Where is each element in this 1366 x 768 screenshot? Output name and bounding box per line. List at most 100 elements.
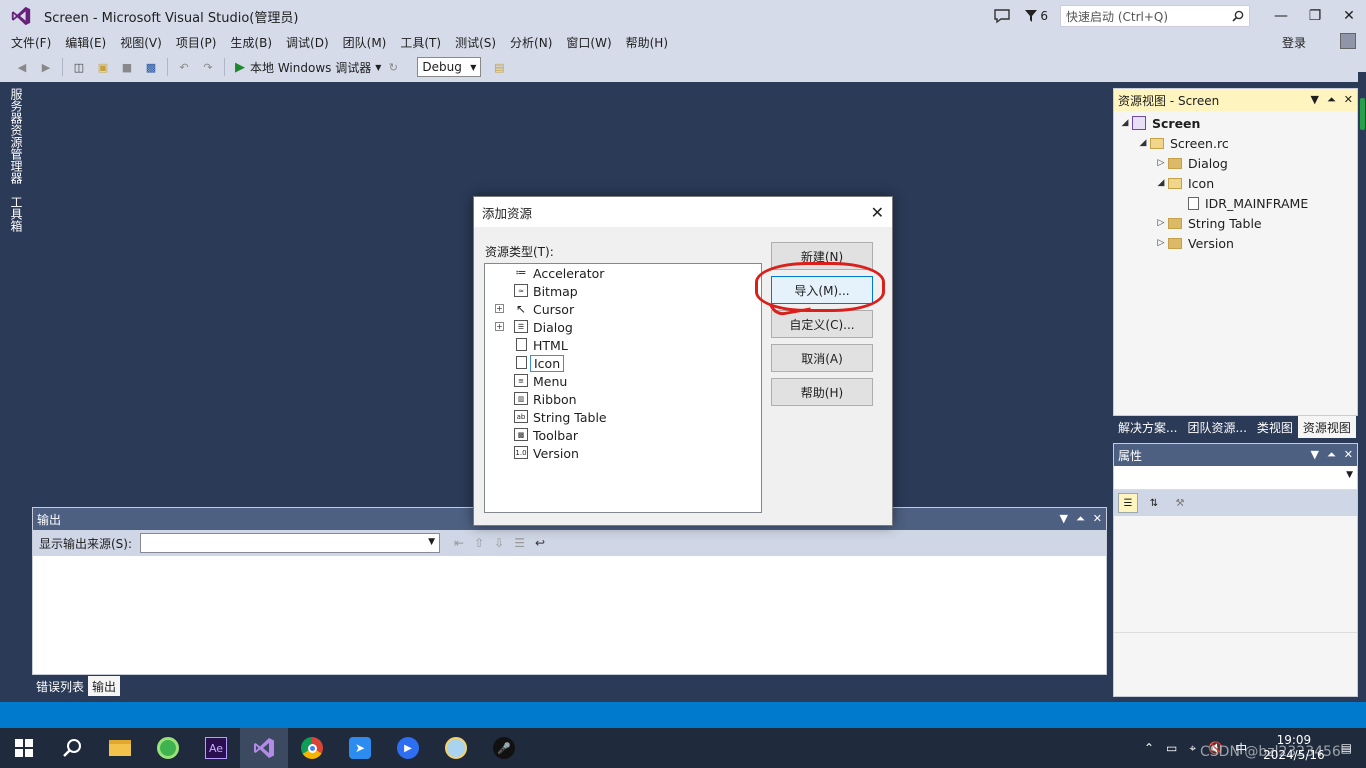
refresh-icon[interactable]: ↻: [385, 59, 401, 75]
menu-view[interactable]: 视图(V): [113, 34, 169, 51]
list-item-menu[interactable]: ≡ Menu: [485, 372, 755, 390]
resource-type-list[interactable]: ≔ Accelerator ≈ Bitmap + ↖ Cursor + ☰ Di…: [484, 263, 762, 513]
help-button[interactable]: 帮助(H): [771, 378, 873, 406]
clear-all-icon[interactable]: ☰: [514, 536, 525, 550]
login-link[interactable]: 登录: [1282, 34, 1306, 51]
taskbar-voice-recorder[interactable]: 🎤: [480, 728, 528, 768]
collapsed-icon[interactable]: ▷: [1154, 158, 1168, 168]
taskbar-visual-studio[interactable]: [240, 728, 288, 768]
restore-button[interactable]: ❐: [1298, 0, 1332, 32]
next-message-icon[interactable]: ⇩: [494, 536, 504, 550]
tree-item-rc[interactable]: ◢ Screen.rc: [1114, 133, 1357, 153]
cancel-button[interactable]: 取消(A): [771, 344, 873, 372]
scrollbar-thumb[interactable]: [1360, 98, 1365, 130]
scrollbar[interactable]: [1358, 72, 1366, 702]
menu-test[interactable]: 测试(S): [448, 34, 503, 51]
menu-debug[interactable]: 调试(D): [279, 34, 336, 51]
close-icon[interactable]: ✕: [1344, 93, 1353, 107]
menu-analyze[interactable]: 分析(N): [503, 34, 559, 51]
tab-output[interactable]: 输出: [88, 676, 121, 696]
start-button[interactable]: [0, 728, 48, 768]
show-hidden-icons-icon[interactable]: ⌃: [1144, 741, 1154, 755]
list-item-accelerator[interactable]: ≔ Accelerator: [485, 264, 755, 282]
tree-item-project[interactable]: ◢ Screen: [1114, 113, 1357, 133]
output-source-select[interactable]: ▼: [140, 533, 441, 553]
taskbar-after-effects[interactable]: Ae: [192, 728, 240, 768]
menu-file[interactable]: 文件(F): [4, 34, 58, 51]
menu-window[interactable]: 窗口(W): [559, 34, 618, 51]
taskbar-photo-app[interactable]: [432, 728, 480, 768]
dropdown-icon[interactable]: ▼: [1311, 93, 1319, 107]
notifications-button[interactable]: 6: [1025, 9, 1048, 23]
close-icon[interactable]: ✕: [1344, 448, 1353, 462]
alphabetical-icon[interactable]: ⇅: [1144, 493, 1164, 513]
close-window-button[interactable]: ✕: [1332, 0, 1366, 32]
menu-help[interactable]: 帮助(H): [619, 34, 675, 51]
list-item-bitmap[interactable]: ≈ Bitmap: [485, 282, 755, 300]
collapsed-icon[interactable]: ▷: [1154, 218, 1168, 228]
tab-resource-view[interactable]: 资源视图: [1297, 416, 1356, 438]
expanded-icon[interactable]: ◢: [1136, 138, 1150, 148]
prev-message-icon[interactable]: ⇧: [474, 536, 484, 550]
list-item-toolbar[interactable]: ▩ Toolbar: [485, 426, 755, 444]
tab-error-list[interactable]: 错误列表: [32, 676, 88, 696]
tree-item-idr-mainframe[interactable]: IDR_MAINFRAME: [1114, 193, 1357, 213]
list-item-icon[interactable]: Icon: [485, 354, 755, 372]
new-project-icon[interactable]: ◫: [71, 59, 87, 75]
minimize-button[interactable]: —: [1264, 0, 1298, 32]
expanded-icon[interactable]: ◢: [1118, 118, 1132, 128]
collapsed-icon[interactable]: ▷: [1154, 238, 1168, 248]
tab-team-explorer[interactable]: 团队资源...: [1182, 416, 1251, 438]
tree-item-icon[interactable]: ◢ Icon: [1114, 173, 1357, 193]
pin-icon[interactable]: ⏶: [1327, 93, 1336, 107]
notification-center-icon[interactable]: ▤: [1341, 741, 1352, 755]
pin-icon[interactable]: ⏶: [1076, 512, 1085, 526]
menu-edit[interactable]: 编辑(E): [58, 34, 113, 51]
dropdown-icon[interactable]: ▼: [1311, 448, 1319, 462]
find-in-files-icon[interactable]: ▤: [491, 59, 507, 75]
save-icon[interactable]: ■: [119, 59, 135, 75]
list-item-cursor[interactable]: + ↖ Cursor: [485, 300, 755, 318]
quick-launch-input[interactable]: 快速启动 (Ctrl+Q): [1060, 5, 1250, 27]
wifi-icon[interactable]: ⌖: [1189, 741, 1196, 756]
tree-item-version[interactable]: ▷ Version: [1114, 233, 1357, 253]
properties-object-select[interactable]: ▼: [1114, 466, 1357, 490]
expanded-icon[interactable]: ◢: [1154, 178, 1168, 188]
property-pages-icon[interactable]: ⚒: [1170, 493, 1190, 513]
tree-item-string-table[interactable]: ▷ String Table: [1114, 213, 1357, 233]
taskbar-file-explorer[interactable]: [96, 728, 144, 768]
taskbar-video-player[interactable]: ▶: [384, 728, 432, 768]
list-item-version[interactable]: 1.0 Version: [485, 444, 755, 462]
solution-config-select[interactable]: Debug ▼: [417, 57, 482, 77]
categorized-icon[interactable]: ☰: [1118, 493, 1138, 513]
taskbar-browser-360[interactable]: [144, 728, 192, 768]
taskbar-feishu[interactable]: ➤: [336, 728, 384, 768]
save-all-icon[interactable]: ▩: [143, 59, 159, 75]
menu-tools[interactable]: 工具(T): [393, 34, 448, 51]
word-wrap-icon[interactable]: ↩: [535, 536, 545, 550]
account-icon[interactable]: [1340, 33, 1356, 49]
search-button[interactable]: [48, 728, 96, 768]
tab-solution-explorer[interactable]: 解决方案...: [1113, 416, 1182, 438]
expand-icon[interactable]: +: [495, 304, 504, 313]
menu-build[interactable]: 生成(B): [223, 34, 279, 51]
pin-icon[interactable]: ⏶: [1327, 448, 1336, 462]
open-file-icon[interactable]: ▣: [95, 59, 111, 75]
dropdown-icon[interactable]: ▼: [1060, 512, 1068, 526]
list-item-ribbon[interactable]: ▥ Ribbon: [485, 390, 755, 408]
list-item-dialog[interactable]: + ☰ Dialog: [485, 318, 755, 336]
server-explorer-tab[interactable]: 服务器资源管理器: [8, 88, 25, 184]
menu-team[interactable]: 团队(M): [336, 34, 394, 51]
forward-icon[interactable]: ▶: [38, 59, 54, 75]
feedback-icon[interactable]: [993, 8, 1011, 24]
undo-icon[interactable]: ↶: [176, 59, 192, 75]
redo-icon[interactable]: ↷: [200, 59, 216, 75]
toolbox-tab[interactable]: 工具箱: [8, 196, 25, 232]
list-item-html[interactable]: HTML: [485, 336, 755, 354]
expand-icon[interactable]: +: [495, 322, 504, 331]
tab-class-view[interactable]: 类视图: [1252, 416, 1298, 438]
battery-icon[interactable]: ▭: [1166, 741, 1177, 755]
menu-project[interactable]: 项目(P): [169, 34, 224, 51]
start-debugging-button[interactable]: ▶ 本地 Windows 调试器 ▼: [235, 59, 381, 76]
dialog-close-button[interactable]: ✕: [871, 203, 884, 222]
